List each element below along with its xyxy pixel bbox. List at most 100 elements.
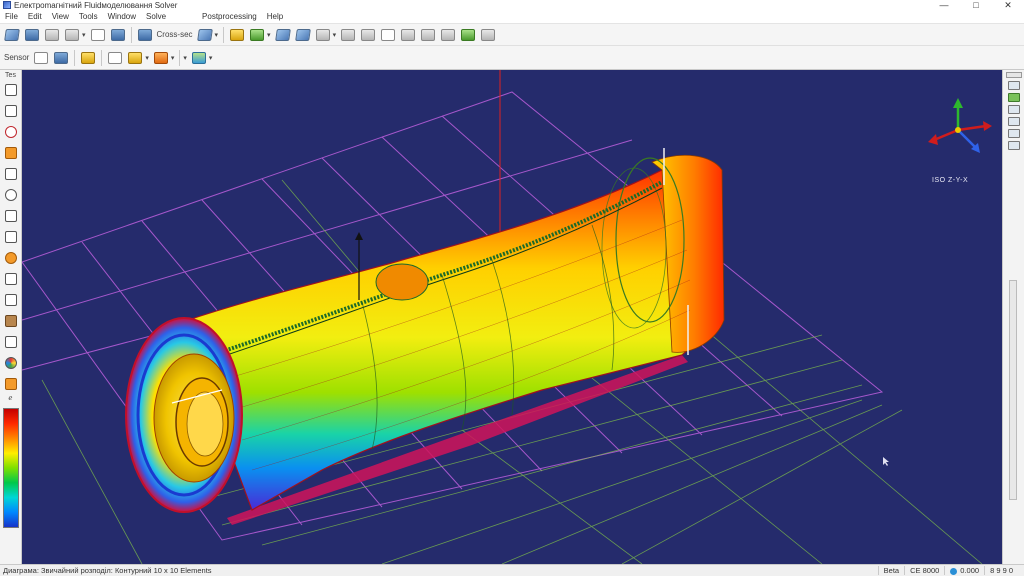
contour-button[interactable]	[2, 375, 20, 392]
view-iso-button[interactable]	[1007, 117, 1020, 126]
folder-button[interactable]	[79, 49, 97, 67]
view-reset-button[interactable]	[1007, 141, 1020, 150]
chevron-down-icon[interactable]: ▾	[267, 31, 271, 39]
3d-viewport[interactable]: ISO Z-Y-X	[22, 70, 1002, 564]
copy-button[interactable]	[109, 26, 127, 44]
view-front-button[interactable]	[1007, 81, 1020, 90]
face-icon	[401, 28, 416, 41]
body-button[interactable]	[314, 26, 332, 44]
close-button[interactable]: ✕	[992, 0, 1024, 10]
sensor-button[interactable]	[32, 49, 50, 67]
chevron-down-icon[interactable]: ▾	[215, 31, 219, 39]
sketch-button[interactable]	[2, 81, 20, 98]
brush-icon	[153, 51, 168, 64]
cursor-button[interactable]	[106, 49, 124, 67]
arc-button[interactable]	[2, 144, 20, 161]
new-button[interactable]	[43, 26, 61, 44]
window-controls: — □ ✕	[928, 0, 1024, 10]
display-button[interactable]	[52, 49, 70, 67]
menu-solve[interactable]: Solve	[144, 12, 174, 21]
chart-icon	[191, 51, 206, 64]
new-icon	[45, 28, 59, 41]
chevron-down-icon[interactable]: ▾	[145, 54, 149, 62]
results-button[interactable]	[2, 354, 20, 371]
face-button[interactable]	[399, 26, 417, 44]
save-button[interactable]	[23, 26, 41, 44]
status-element-count: CE 8000	[904, 566, 944, 575]
settings-icon	[481, 28, 496, 41]
view-top-button[interactable]	[1007, 93, 1020, 102]
boundary-button[interactable]	[2, 333, 20, 350]
zoom-button[interactable]	[196, 26, 214, 44]
view-side-button[interactable]	[1007, 105, 1020, 114]
probe-button[interactable]	[439, 26, 457, 44]
pencil-button[interactable]	[126, 49, 144, 67]
view-button[interactable]	[136, 26, 154, 44]
edge-button[interactable]	[359, 26, 377, 44]
sensor-icon	[34, 51, 49, 64]
menu-help[interactable]: Help	[265, 12, 291, 21]
menu-window[interactable]: Window	[106, 12, 144, 21]
chevron-down-icon[interactable]: ▾	[171, 54, 175, 62]
menu-postprocessing[interactable]: Postprocessing	[200, 12, 265, 21]
surface-button[interactable]	[339, 26, 357, 44]
status-mode: Beta	[877, 566, 904, 575]
menu-tools[interactable]: Tools	[77, 12, 106, 21]
chevron-down-icon[interactable]: ▾	[333, 31, 337, 39]
node-button[interactable]	[2, 249, 20, 266]
circle-button[interactable]	[2, 123, 20, 140]
status-bar: Диаграма: Звичайний розподіл: Контурний …	[0, 564, 1024, 576]
zoom-region-button[interactable]	[2, 186, 20, 203]
line-icon	[4, 104, 17, 117]
chevron-down-icon[interactable]: ▾	[183, 54, 187, 62]
left-toolbar-label: Tes	[5, 72, 16, 79]
wire-button[interactable]	[274, 26, 292, 44]
measure-button[interactable]	[459, 26, 477, 44]
menu-file[interactable]: File	[3, 12, 26, 21]
curve-button[interactable]	[2, 270, 20, 287]
mesh-button[interactable]	[228, 26, 246, 44]
rectangle-button[interactable]	[2, 207, 20, 224]
solid-button[interactable]	[248, 26, 266, 44]
vertex-button[interactable]	[379, 26, 397, 44]
rectangle-icon	[4, 209, 17, 222]
mesh-icon	[230, 28, 245, 41]
print-button[interactable]	[63, 26, 81, 44]
display-icon	[54, 51, 69, 64]
model-button[interactable]	[294, 26, 312, 44]
panel-toggle[interactable]	[1005, 72, 1022, 78]
select-button[interactable]	[89, 26, 107, 44]
menu-view[interactable]: View	[50, 12, 77, 21]
toolbar-divider	[101, 49, 103, 66]
minimize-button[interactable]: —	[928, 0, 960, 10]
mirror-button[interactable]	[2, 291, 20, 308]
sensor-label: Sensor	[4, 53, 30, 62]
window-title: Електроmагнітний Fluidмоделювання Solver	[14, 0, 178, 10]
chevron-down-icon[interactable]: ▾	[82, 31, 86, 39]
maximize-button[interactable]: □	[960, 0, 992, 10]
settings-button[interactable]	[479, 26, 497, 44]
chart-button[interactable]	[190, 49, 208, 67]
material-button[interactable]	[2, 312, 20, 329]
app-icon	[3, 1, 11, 9]
brush-button[interactable]	[152, 49, 170, 67]
copy-icon	[110, 28, 125, 41]
vertex-icon	[381, 28, 396, 41]
right-toolbar	[1002, 70, 1024, 564]
probe-button[interactable]	[2, 228, 20, 245]
app-window: Електроmагнітний Fluidмоделювання Solver…	[0, 0, 1024, 576]
model-icon	[294, 28, 311, 41]
cross-section-combo[interactable]: Cross-sec	[157, 30, 193, 39]
zoom-icon	[4, 188, 17, 201]
line-button[interactable]	[2, 102, 20, 119]
cube-view-button[interactable]	[3, 26, 21, 44]
layer-button[interactable]	[419, 26, 437, 44]
chevron-down-icon[interactable]: ▾	[209, 54, 213, 62]
vertical-scrollbar[interactable]	[1009, 280, 1017, 500]
left-toolbar-bottom-label: ℯ	[8, 395, 13, 402]
results-icon	[4, 356, 17, 369]
solid-icon	[250, 28, 265, 41]
menu-edit[interactable]: Edit	[26, 12, 50, 21]
view-fit-button[interactable]	[1007, 129, 1020, 138]
trim-button[interactable]	[2, 165, 20, 182]
